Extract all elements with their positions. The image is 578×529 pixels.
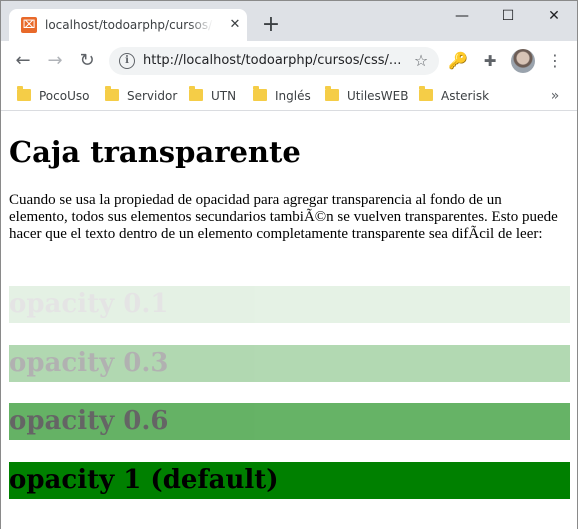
bookmarks-bar: PocoUso Servidor UTN Inglés UtilesWEB As… (1, 81, 577, 111)
extensions-puzzle-icon[interactable]: ✚ (479, 51, 501, 71)
opacity-box-label: opacity 0.6 (9, 406, 169, 436)
browser-toolbar: ← → ↻ i http://localhost/todoarphp/curso… (1, 41, 577, 81)
opacity-box-0-3: opacity 0.3 (9, 345, 570, 382)
folder-icon (105, 86, 119, 101)
url-text[interactable]: http://localhost/todoarphp/cursos/css/..… (143, 53, 403, 69)
bookmark-star-icon[interactable]: ☆ (411, 51, 431, 71)
key-extension-icon[interactable]: 🔑 (447, 51, 469, 71)
browser-window: ⌧ localhost/todoarphp/cursos/css/opacida… (0, 0, 578, 529)
folder-icon (253, 86, 267, 101)
bookmark-label: UTN (211, 89, 237, 103)
folder-icon (325, 86, 339, 101)
maximize-window-button[interactable]: ☐ (485, 1, 531, 33)
minimize-window-button[interactable]: — (439, 1, 485, 33)
opacity-box-label: opacity 0.1 (9, 289, 169, 319)
new-tab-button[interactable]: + (259, 13, 283, 37)
close-window-button[interactable]: ✕ (531, 1, 577, 33)
page-title: Caja transparente (9, 135, 301, 169)
opacity-box-label: opacity 0.3 (9, 348, 169, 378)
folder-icon (189, 86, 203, 101)
browser-tab[interactable]: ⌧ localhost/todoarphp/cursos/css/opacida… (9, 9, 247, 41)
folder-icon (17, 86, 31, 101)
close-tab-icon[interactable]: ✕ (227, 17, 243, 33)
site-info-icon[interactable]: i (119, 53, 135, 69)
forward-button[interactable]: → (43, 49, 67, 73)
bookmark-label: Inglés (275, 89, 311, 103)
opacity-box-1: opacity 1 (default) (9, 462, 570, 499)
opacity-box-0-6: opacity 0.6 (9, 403, 570, 440)
bookmark-label: UtilesWEB (347, 89, 409, 103)
tab-title: localhost/todoarphp/cursos/css/opacidad (45, 18, 213, 32)
browser-menu-icon[interactable]: ⋮ (545, 49, 565, 73)
bookmark-label: PocoUso (39, 89, 90, 103)
address-bar[interactable]: i http://localhost/todoarphp/cursos/css/… (109, 47, 439, 75)
page-content: Caja transparente Cuando se usa la propi… (1, 112, 577, 529)
tab-strip: ⌧ localhost/todoarphp/cursos/css/opacida… (1, 1, 577, 41)
opacity-box-label: opacity 1 (default) (9, 465, 279, 495)
page-paragraph: Cuando se usa la propiedad de opacidad p… (9, 192, 558, 242)
back-button[interactable]: ← (11, 49, 35, 73)
opacity-box-0-1: opacity 0.1 (9, 286, 570, 323)
xampp-favicon-icon: ⌧ (21, 17, 37, 33)
bookmark-label: Asterisk (441, 89, 490, 103)
profile-avatar[interactable] (511, 49, 535, 73)
folder-icon (419, 86, 433, 101)
more-bookmarks-icon[interactable]: » (545, 86, 565, 106)
reload-button[interactable]: ↻ (75, 49, 99, 73)
bookmark-label: Servidor (127, 89, 178, 103)
